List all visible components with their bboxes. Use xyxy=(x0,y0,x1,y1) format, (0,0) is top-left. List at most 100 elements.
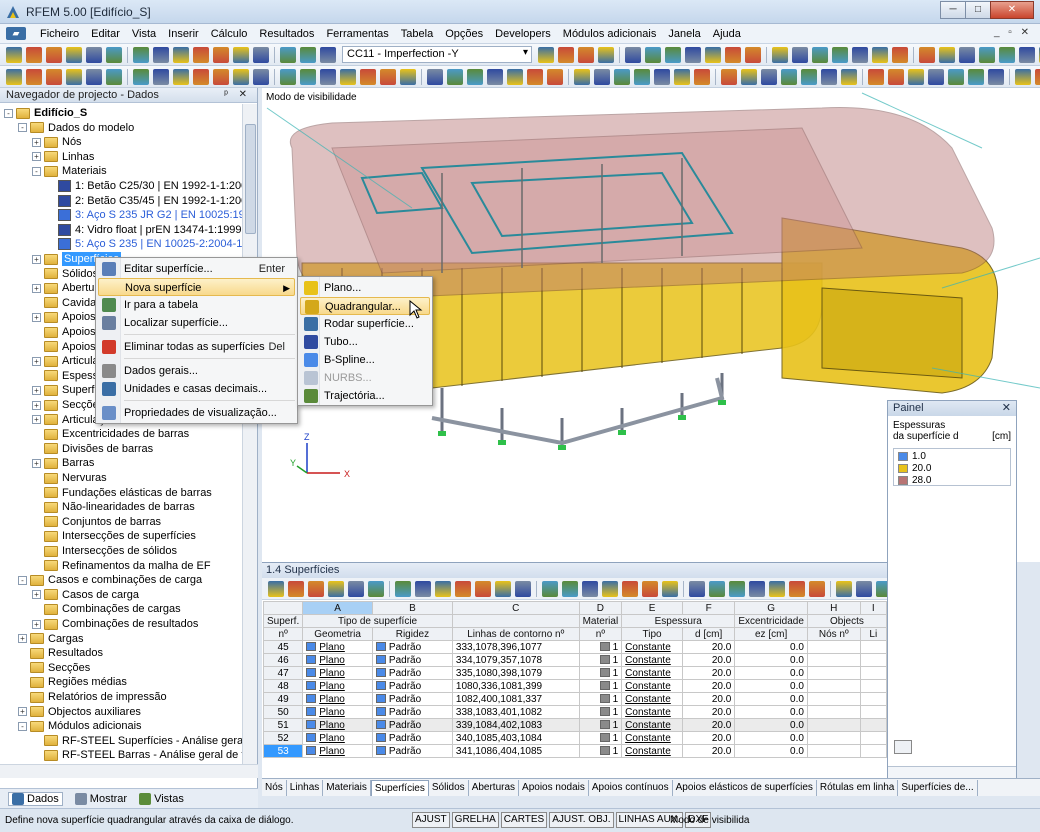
submenu-plane[interactable]: Plano... xyxy=(300,279,430,297)
table-tab[interactable]: Apoios elásticos de superfícies xyxy=(673,779,817,796)
column-letter[interactable]: I xyxy=(859,601,888,615)
geometry-cell[interactable]: Plano xyxy=(302,718,373,732)
toolbar-button-icon[interactable] xyxy=(106,46,122,63)
thickness-type-cell[interactable]: Constante xyxy=(621,744,683,758)
toolbar-button-icon[interactable] xyxy=(979,46,995,63)
toolbar-button-icon[interactable] xyxy=(888,68,904,85)
eccentricity-cell[interactable]: 0.0 xyxy=(734,679,808,693)
table-tab[interactable]: Nós xyxy=(262,779,287,796)
menu-modulos-adicionais[interactable]: Módulos adicionais xyxy=(557,28,663,40)
menu-inserir[interactable]: Inserir xyxy=(162,28,205,40)
thickness-type-cell[interactable]: Constante xyxy=(621,653,683,667)
table-tab[interactable]: Materiais xyxy=(323,779,371,796)
navigator-vertical-scrollbar[interactable] xyxy=(242,104,257,764)
toolbar-button-icon[interactable] xyxy=(26,68,42,85)
column-letter[interactable]: G xyxy=(734,601,808,615)
geometry-cell[interactable]: Plano xyxy=(302,705,373,719)
toolbar-button-icon[interactable] xyxy=(689,580,705,597)
menu-edit-surface[interactable]: Editar superfície... Enter xyxy=(98,260,295,278)
toolbar-button-icon[interactable] xyxy=(662,580,678,597)
column-letter[interactable]: F xyxy=(681,601,736,615)
thickness-type-cell[interactable]: Constante xyxy=(621,718,683,732)
toolbar-button-icon[interactable] xyxy=(792,46,808,63)
tree-item[interactable]: + Barras xyxy=(32,456,94,470)
toolbar-button-icon[interactable] xyxy=(959,46,975,63)
stiffness-cell[interactable]: Padrão xyxy=(371,705,453,719)
toolbar-button-icon[interactable] xyxy=(598,46,614,63)
expand-icon[interactable]: + xyxy=(18,634,27,644)
geometry-cell[interactable]: Plano xyxy=(302,692,373,706)
tree-item[interactable]: + Objectos auxiliares xyxy=(18,705,141,719)
thickness-type-cell[interactable]: Constante xyxy=(621,692,683,706)
boundary-lines-cell[interactable]: 340,1085,403,1084 xyxy=(451,731,580,745)
toolbar-button-icon[interactable] xyxy=(328,580,344,597)
toolbar-button-icon[interactable] xyxy=(721,68,737,85)
tree-item[interactable]: 3: Aço S 235 JR G2 | EN 10025:1994-( xyxy=(46,208,242,222)
expand-icon[interactable]: + xyxy=(32,458,41,468)
toolbar-button-icon[interactable] xyxy=(173,46,189,63)
boundary-lines-cell[interactable]: 338,1083,401,1082 xyxy=(451,705,580,719)
li-cell[interactable] xyxy=(859,653,888,667)
material-cell[interactable]: 1 xyxy=(578,666,623,680)
object-snap-toggle[interactable]: AJUST. OBJ. xyxy=(549,812,614,828)
toolbar-button-icon[interactable] xyxy=(455,580,471,597)
toolbar-button-icon[interactable] xyxy=(928,68,944,85)
expand-icon[interactable]: + xyxy=(32,619,41,629)
boundary-lines-cell[interactable]: 335,1080,398,1079 xyxy=(451,666,580,680)
material-cell[interactable]: 1 xyxy=(578,679,623,693)
menu-locate-surface[interactable]: Localizar superfície... xyxy=(98,314,295,332)
nodes-cell[interactable] xyxy=(806,679,861,693)
toolbar-button-icon[interactable] xyxy=(558,46,574,63)
toolbar-button-icon[interactable] xyxy=(1015,68,1031,85)
toolbar-button-icon[interactable] xyxy=(380,68,396,85)
thickness-type-cell[interactable]: Constante xyxy=(621,705,683,719)
column-letter[interactable]: C xyxy=(451,601,580,615)
menu-delete-all-surfaces[interactable]: Eliminar todas as superfícies Del xyxy=(98,338,295,356)
eccentricity-cell[interactable]: 0.0 xyxy=(734,640,808,654)
nodes-cell[interactable] xyxy=(806,692,861,706)
expand-icon[interactable]: + xyxy=(32,312,41,322)
menu-general-data[interactable]: Dados gerais... xyxy=(98,362,295,380)
navigator-header-controls[interactable]: ᵖ ✕ xyxy=(224,88,251,102)
toolbar-button-icon[interactable] xyxy=(761,68,777,85)
geometry-cell[interactable]: Plano xyxy=(302,731,373,745)
row-number[interactable]: 47 xyxy=(262,666,304,680)
toolbar-button-icon[interactable] xyxy=(769,580,785,597)
toolbar-button-icon[interactable] xyxy=(360,68,376,85)
document-menu-icon[interactable]: ▰ xyxy=(6,27,26,40)
row-number[interactable]: 45 xyxy=(262,640,304,654)
stiffness-cell[interactable]: Padrão xyxy=(371,731,453,745)
toolbar-button-icon[interactable] xyxy=(487,68,503,85)
li-cell[interactable] xyxy=(859,705,888,719)
table-tab[interactable]: Sólidos xyxy=(429,779,469,796)
thickness-type-cell[interactable]: Constante xyxy=(621,679,683,693)
toolbar-button-icon[interactable] xyxy=(856,580,872,597)
toolbar-button-icon[interactable] xyxy=(233,46,249,63)
tree-item[interactable]: RF-STEEL Superfícies - Análise geral de xyxy=(32,734,242,748)
expand-icon[interactable]: + xyxy=(32,356,41,366)
submenu-pipe[interactable]: Tubo... xyxy=(300,333,430,351)
table-tab[interactable]: Rótulas em linha xyxy=(817,779,899,796)
toolbar-button-icon[interactable] xyxy=(427,68,443,85)
tree-item[interactable]: - Casos e combinações de carga xyxy=(18,573,202,587)
thickness-cell[interactable]: 20.0 xyxy=(681,679,736,693)
tree-item[interactable]: Regiões médias xyxy=(18,675,127,689)
nodes-cell[interactable] xyxy=(806,744,861,758)
tree-item[interactable]: Nervuras xyxy=(32,471,107,485)
toolbar-button-icon[interactable] xyxy=(1035,68,1040,85)
eccentricity-cell[interactable]: 0.0 xyxy=(734,705,808,719)
toolbar-button-icon[interactable] xyxy=(320,46,336,63)
toolbar-button-icon[interactable] xyxy=(253,68,269,85)
row-number[interactable]: 50 xyxy=(262,705,304,719)
material-cell[interactable]: 1 xyxy=(578,653,623,667)
mdi-controls[interactable]: _ ▫ ✕ xyxy=(994,27,1032,38)
column-letter[interactable]: H xyxy=(806,601,861,615)
toolbar-button-icon[interactable] xyxy=(86,68,102,85)
table-tab[interactable]: Apoios contínuos xyxy=(589,779,673,796)
toolbar-button-icon[interactable] xyxy=(233,68,249,85)
table-row[interactable]: 53 Plano Padrão 341,1086,404,1085 1 Constante… xyxy=(262,744,888,758)
table-row[interactable]: 46 Plano Padrão 334,1079,357,1078 1 Constante… xyxy=(262,653,888,667)
tree-item[interactable]: + Secções xyxy=(32,398,104,412)
toolbar-button-icon[interactable] xyxy=(507,68,523,85)
panel-settings-button[interactable] xyxy=(894,740,912,754)
